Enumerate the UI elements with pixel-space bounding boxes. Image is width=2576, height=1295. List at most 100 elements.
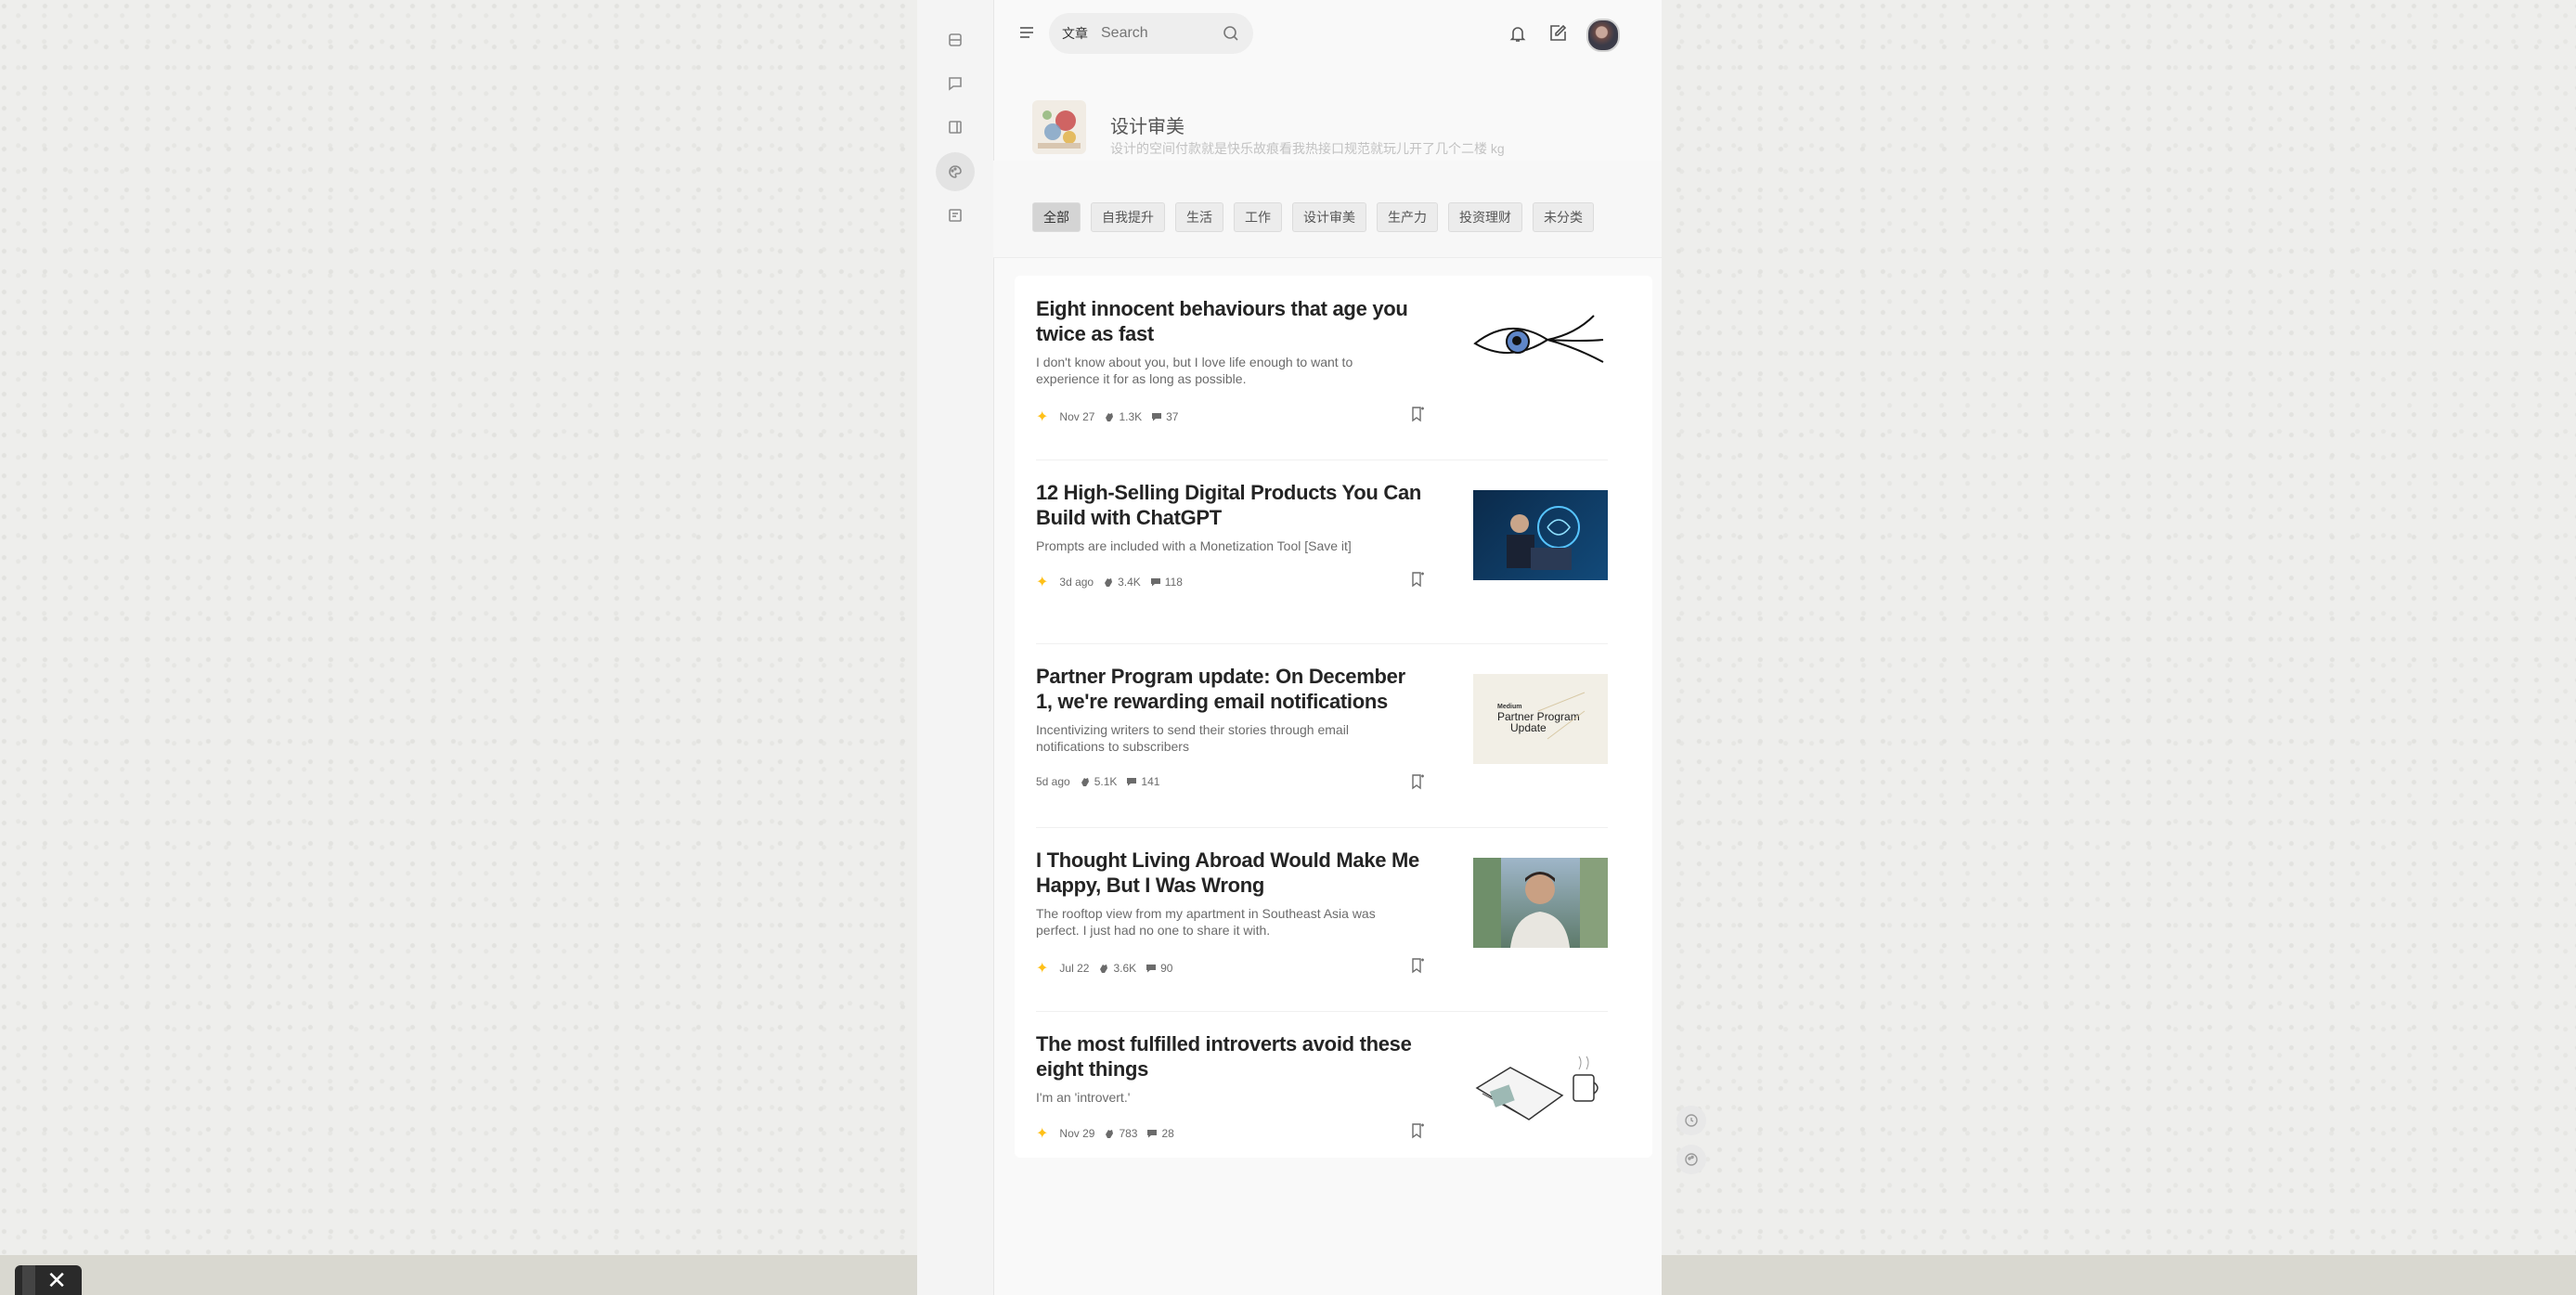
article-subtitle: I don't know about you, but I love life …	[1036, 355, 1353, 386]
tab-design[interactable]: 设计审美	[1292, 202, 1366, 232]
comments[interactable]: 118	[1150, 576, 1183, 589]
article-thumbnail[interactable]	[1473, 490, 1608, 580]
article-date: Nov 29	[1059, 1127, 1095, 1140]
comment-bubble-icon	[1150, 578, 1160, 587]
comment-bubble-icon	[1146, 965, 1157, 973]
article-card[interactable]: I Thought Living Abroad Would Make Me Ha…	[1036, 827, 1608, 1012]
brain-laptop-illustration	[1507, 506, 1580, 570]
rail-item-palette[interactable]	[936, 152, 975, 191]
article-subtitle: I'm an 'introvert.'	[1036, 1090, 1131, 1105]
menu-icon[interactable]	[1016, 22, 1037, 43]
eye-illustration	[1473, 315, 1604, 363]
article-subtitle: Incentivizing writers to send their stor…	[1036, 722, 1349, 754]
member-star-icon: ✦	[1036, 575, 1049, 590]
clap-count: 5.1K	[1094, 775, 1118, 788]
write-icon[interactable]	[1547, 22, 1569, 45]
clap-icon	[1106, 1130, 1114, 1138]
comments[interactable]: 28	[1146, 1127, 1174, 1140]
comment-count: 90	[1160, 962, 1173, 975]
article-subtitle: Prompts are included with a Monetization…	[1036, 538, 1352, 553]
clap-icon	[1105, 578, 1113, 587]
comment-count: 141	[1141, 775, 1160, 788]
clap-count: 1.3K	[1119, 410, 1143, 423]
tab-investing[interactable]: 投资理财	[1448, 202, 1522, 232]
bookmark-icon[interactable]	[1409, 406, 1426, 422]
comment-count: 118	[1164, 576, 1183, 589]
article-title[interactable]: Eight innocent behaviours that age you t…	[1036, 296, 1426, 346]
article-card[interactable]: Partner Program update: On December 1, w…	[1036, 643, 1608, 828]
article-thumbnail[interactable]	[1473, 858, 1608, 948]
clap-count: 783	[1119, 1127, 1138, 1140]
article-title[interactable]: Partner Program update: On December 1, w…	[1036, 664, 1426, 714]
tab-all[interactable]: 全部	[1032, 202, 1081, 232]
comments[interactable]: 90	[1146, 962, 1172, 975]
article-meta: ✦ Jul 22 3.6K 90	[1036, 959, 1182, 978]
article-card[interactable]: Eight innocent behaviours that age you t…	[1036, 276, 1608, 460]
search-input[interactable]	[1099, 24, 1214, 43]
category-tabs: 全部 自我提升 生活 工作 设计审美 生产力 投资理财 未分类	[993, 161, 1662, 258]
archive-icon	[949, 33, 962, 46]
article-meta: ✦ Nov 27 1.3K 37	[1036, 408, 1187, 426]
claps[interactable]: 5.1K	[1080, 775, 1118, 788]
clap-icon	[1100, 965, 1108, 973]
article-title[interactable]: The most fulfilled introverts avoid thes…	[1036, 1031, 1426, 1081]
claps[interactable]: 3.4K	[1103, 576, 1141, 589]
history-button[interactable]	[1676, 1106, 1706, 1135]
panel-icon	[949, 121, 962, 134]
article-feed: Eight innocent behaviours that age you t…	[1015, 276, 1652, 1158]
tab-life[interactable]: 生活	[1175, 202, 1223, 232]
search-scope[interactable]: 文章	[1062, 24, 1088, 43]
bookmark-icon[interactable]	[1409, 571, 1426, 588]
bell-icon[interactable]	[1507, 22, 1529, 45]
comment-count: 28	[1161, 1127, 1174, 1140]
article-date: 5d ago	[1036, 775, 1070, 788]
tab-productivity[interactable]: 生产力	[1377, 202, 1438, 232]
comment-bubble-icon	[1147, 1130, 1158, 1138]
claps[interactable]: 1.3K	[1104, 410, 1142, 423]
category-description: 设计的空间付款就是快乐故痕看我热接口规范就玩儿开了几个二楼 kg	[1110, 141, 1505, 156]
bookmark-icon[interactable]	[1409, 773, 1426, 790]
article-thumbnail[interactable]	[1473, 306, 1608, 396]
search-icon[interactable]	[1222, 24, 1240, 43]
article-date: 3d ago	[1059, 576, 1094, 589]
clap-icon	[1106, 413, 1114, 421]
bookmark-icon[interactable]	[1409, 957, 1426, 974]
member-star-icon: ✦	[1036, 961, 1049, 977]
search-box[interactable]: 文章	[1049, 13, 1253, 54]
clap-count: 3.6K	[1113, 962, 1137, 975]
app-window: 文章 设计审美 设计的空间付款就是快乐故痕看我热接口规范就玩儿开了几个二楼 kg…	[917, 0, 1662, 1295]
comments[interactable]: 37	[1151, 410, 1178, 423]
claps[interactable]: 3.6K	[1098, 962, 1136, 975]
panel-switch[interactable]	[22, 1265, 35, 1295]
article-title[interactable]: 12 High-Selling Digital Products You Can…	[1036, 480, 1426, 530]
article-date: Jul 22	[1059, 962, 1090, 975]
article-title[interactable]: I Thought Living Abroad Would Make Me Ha…	[1036, 848, 1426, 898]
rail-item-panels[interactable]	[936, 108, 975, 147]
article-card[interactable]: The most fulfilled introverts avoid thes…	[1036, 1011, 1608, 1195]
tab-self-improvement[interactable]: 自我提升	[1091, 202, 1165, 232]
tab-work[interactable]: 工作	[1234, 202, 1282, 232]
comment-count: 37	[1166, 410, 1179, 423]
comments[interactable]: 141	[1126, 775, 1159, 788]
article-thumbnail[interactable]	[1473, 1042, 1608, 1132]
avatar[interactable]	[1586, 19, 1620, 52]
palette-icon	[1685, 1153, 1698, 1166]
bookmark-icon[interactable]	[1409, 1122, 1426, 1139]
article-date: Nov 27	[1059, 410, 1095, 423]
clock-icon	[1685, 1114, 1698, 1127]
article-thumbnail[interactable]: Medium Partner Program Update	[1473, 674, 1608, 764]
top-bar: 文章	[993, 0, 1662, 67]
article-meta: ✦ 3d ago 3.4K 118	[1036, 573, 1192, 591]
claps[interactable]: 783	[1104, 1127, 1137, 1140]
category-title: 设计审美	[1110, 117, 1184, 137]
rail-item-archive[interactable]	[936, 20, 975, 59]
rail-item-notes[interactable]	[936, 196, 975, 235]
article-card[interactable]: 12 High-Selling Digital Products You Can…	[1036, 460, 1608, 644]
close-icon[interactable]: ✕	[46, 1265, 72, 1295]
bottom-panel: ✕	[15, 1265, 82, 1295]
comment-icon	[949, 77, 962, 91]
palette-icon	[949, 165, 962, 178]
tab-uncategorized[interactable]: 未分类	[1533, 202, 1594, 232]
rail-item-comments[interactable]	[936, 64, 975, 103]
theme-button[interactable]	[1676, 1145, 1706, 1174]
